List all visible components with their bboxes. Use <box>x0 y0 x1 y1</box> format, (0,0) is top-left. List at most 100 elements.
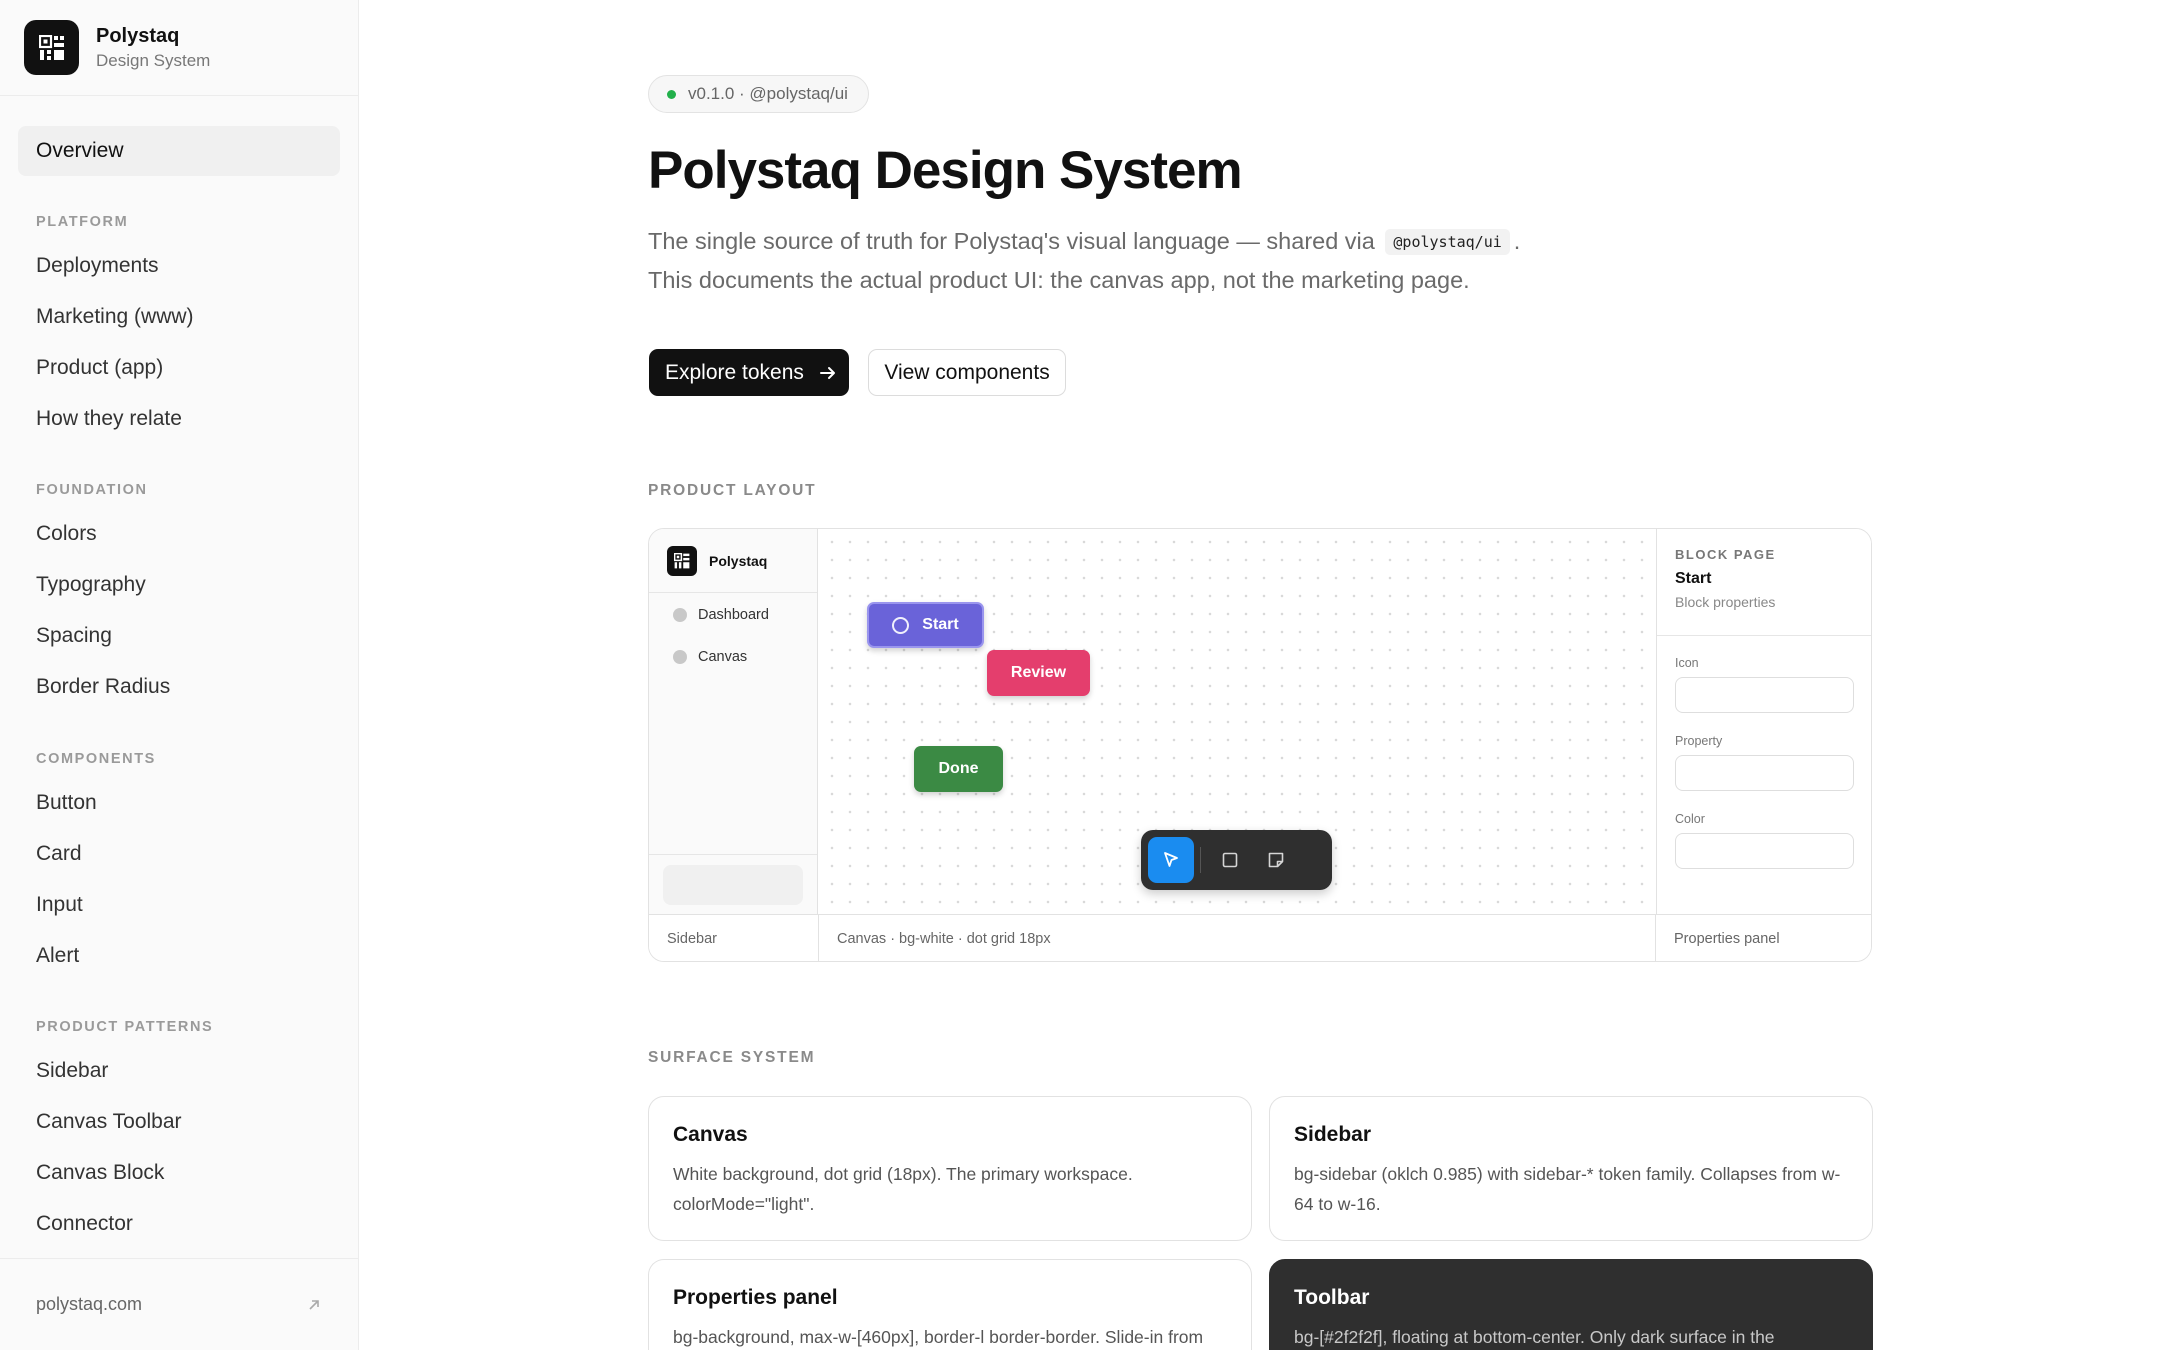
sidebar-item-card[interactable]: Card <box>18 829 340 879</box>
mock-nav-label: Dashboard <box>698 607 769 623</box>
card-title: Sidebar <box>1294 1123 1372 1146</box>
explore-tokens-label: Explore tokens <box>665 360 804 384</box>
props-title: Start <box>1675 570 1712 587</box>
caption-canvas: Canvas · bg-white · dot grid 18px <box>837 931 1051 947</box>
layout-caption-bar: Sidebar Canvas · bg-white · dot grid 18p… <box>649 914 1871 961</box>
canvas-block-start[interactable]: Start <box>867 602 984 648</box>
color-field[interactable] <box>1675 833 1854 869</box>
canvas-block-done[interactable]: Done <box>914 746 1003 792</box>
circle-icon <box>892 616 910 634</box>
block-label: Start <box>922 616 959 633</box>
sidebar-item-border-radius[interactable]: Border Radius <box>18 662 340 712</box>
status-dot-icon <box>667 89 676 99</box>
card-text: bg-background, max-w-[460px], border-l b… <box>673 1327 1204 1347</box>
sidebar-footer[interactable]: polystaq.com <box>0 1258 358 1350</box>
sidebar-item-deployments[interactable]: Deployments <box>18 241 340 291</box>
sidebar-item-canvas-block[interactable]: Canvas Block <box>18 1148 340 1198</box>
external-link-icon <box>309 1299 319 1310</box>
mock-nav-canvas[interactable]: Canvas <box>673 649 747 665</box>
card-text: bg-[#2f2f2f], floating at bottom-center.… <box>1294 1327 1775 1347</box>
intro-text: The single source of truth for Polystaq'… <box>648 222 1548 300</box>
sidebar-item-button[interactable]: Button <box>18 778 340 828</box>
rectangle-tool-button[interactable] <box>1207 837 1253 883</box>
nav-section-product-patterns: PRODUCT PATTERNS <box>36 1019 214 1035</box>
card-text: bg-sidebar (oklch 0.985) with sidebar-* … <box>1294 1164 1841 1214</box>
sidebar-item-marketing[interactable]: Marketing (www) <box>18 292 340 342</box>
sidebar-item-overview[interactable]: Overview <box>18 126 340 176</box>
select-tool-button[interactable] <box>1148 837 1194 883</box>
website-link[interactable]: polystaq.com <box>36 1294 142 1315</box>
nav-dot-icon <box>673 650 687 664</box>
toolbar-divider <box>1200 847 1201 873</box>
mock-brand-name: Polystaq <box>709 552 768 569</box>
mock-sidebar: Polystaq Dashboard Canvas <box>649 529 818 914</box>
canvas-toolbar <box>1141 830 1332 890</box>
section-label-surface-system: SURFACE SYSTEM <box>648 1049 816 1066</box>
square-icon <box>1222 852 1238 868</box>
card-title: Toolbar <box>1294 1286 1370 1309</box>
sidebar-item-how-they-relate[interactable]: How they relate <box>18 394 340 444</box>
mock-canvas[interactable]: Start Review Done <box>819 529 1655 914</box>
canvas-block-review[interactable]: Review <box>987 650 1090 696</box>
sticky-note-icon <box>1268 852 1284 868</box>
note-tool-button[interactable] <box>1253 837 1299 883</box>
brand-name: Polystaq <box>96 24 180 47</box>
brand-subtitle: Design System <box>96 50 211 70</box>
sidebar-item-alert[interactable]: Alert <box>18 931 340 981</box>
sidebar-item-sidebar[interactable]: Sidebar <box>18 1046 340 1096</box>
intro-part2: . <box>1513 228 1521 254</box>
pointer-icon <box>1164 852 1178 867</box>
card-text: White background, dot grid (18px). The p… <box>673 1164 1133 1214</box>
mock-properties-panel: BLOCK PAGE Start Block properties Icon P… <box>1656 529 1871 914</box>
props-subtitle: Block properties <box>1675 594 1776 610</box>
sidebar-item-canvas-toolbar[interactable]: Canvas Toolbar <box>18 1097 340 1147</box>
mock-nav-label: Canvas <box>698 649 748 665</box>
arrow-right-icon <box>819 366 835 379</box>
sidebar-item-colors[interactable]: Colors <box>18 509 340 559</box>
caption-divider <box>818 915 819 961</box>
card-title: Canvas <box>673 1123 748 1146</box>
caption-sidebar: Sidebar <box>667 931 717 947</box>
mock-brand: Polystaq <box>649 529 817 593</box>
surface-card-toolbar[interactable]: Toolbar bg-[#2f2f2f], floating at bottom… <box>1269 1259 1873 1350</box>
explore-tokens-button[interactable]: Explore tokens <box>649 349 849 396</box>
sidebar-item-product[interactable]: Product (app) <box>18 343 340 393</box>
sidebar-item-connector[interactable]: Connector <box>18 1199 340 1249</box>
nav-dot-icon <box>673 608 687 622</box>
view-components-button[interactable]: View components <box>868 349 1066 396</box>
nav-section-components: COMPONENTS <box>36 751 156 767</box>
caption-divider <box>1655 915 1656 961</box>
surface-card-properties-panel[interactable]: Properties panel bg-background, max-w-[4… <box>648 1259 1252 1350</box>
nav-section-platform: PLATFORM <box>36 214 129 230</box>
mock-nav-dashboard[interactable]: Dashboard <box>673 607 769 623</box>
main-content: v0.1.0 · @polystaq/ui Polystaq Design Sy… <box>360 0 2160 1350</box>
props-header: BLOCK PAGE Start Block properties <box>1657 529 1871 636</box>
sidebar-item-input[interactable]: Input <box>18 880 340 930</box>
package-code: @polystaq/ui <box>1385 229 1510 255</box>
property-field[interactable] <box>1675 755 1854 791</box>
surface-card-canvas[interactable]: Canvas White background, dot grid (18px)… <box>648 1096 1252 1241</box>
card-title: Properties panel <box>673 1286 838 1309</box>
sidebar-item-spacing[interactable]: Spacing <box>18 611 340 661</box>
version-badge: v0.1.0 · @polystaq/ui <box>648 75 869 113</box>
page-title: Polystaq Design System <box>648 141 1243 200</box>
logo-icon <box>24 20 79 75</box>
product-layout-preview: Polystaq Dashboard Canvas Start Review D… <box>648 528 1872 962</box>
version-text: v0.1.0 · @polystaq/ui <box>688 84 848 103</box>
mock-user-placeholder <box>663 865 803 905</box>
mock-sidebar-footer <box>649 854 817 914</box>
nav-section-foundation: FOUNDATION <box>36 482 148 498</box>
caption-properties: Properties panel <box>1674 931 1780 947</box>
mock-logo-icon <box>667 545 697 576</box>
icon-field[interactable] <box>1675 677 1854 713</box>
prop-label-property: Property <box>1675 734 1723 748</box>
surface-card-sidebar[interactable]: Sidebar bg-sidebar (oklch 0.985) with si… <box>1269 1096 1873 1241</box>
props-kicker: BLOCK PAGE <box>1675 547 1776 562</box>
sidebar: Polystaq Design System Overview PLATFORM… <box>0 0 359 1350</box>
section-label-product-layout: PRODUCT LAYOUT <box>648 482 817 499</box>
intro-line2: This documents the actual product UI: th… <box>648 267 1470 293</box>
sidebar-item-typography[interactable]: Typography <box>18 560 340 610</box>
intro-part1: The single source of truth for Polystaq'… <box>648 228 1375 254</box>
prop-label-icon: Icon <box>1675 656 1699 670</box>
brand-header[interactable]: Polystaq Design System <box>0 0 358 96</box>
